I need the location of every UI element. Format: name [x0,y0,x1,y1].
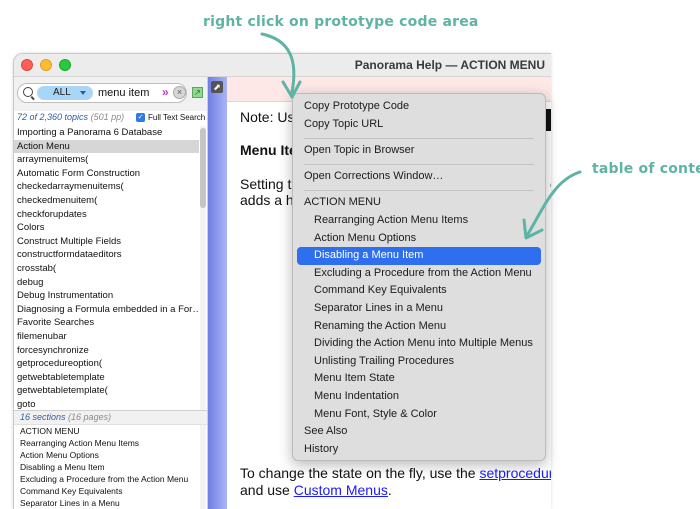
topic-list-scrollbar[interactable] [200,126,206,410]
menu-separator [304,138,534,139]
topic-count-text: 72 of 2,360 topics [17,112,89,122]
search-query: menu item [98,87,150,99]
menu-open-topic-in-browser[interactable]: Open Topic in Browser [297,142,541,160]
note-text: Note: Usi [240,109,298,125]
topic-list-item[interactable]: getwebtabletemplate [14,371,199,385]
topic-list-item[interactable]: debug [14,276,199,290]
bottom-line-1: To change the state on the fly, use the … [240,465,551,481]
menu-toc-item[interactable]: Excluding a Procedure from the Action Me… [297,265,541,283]
menu-toc-item[interactable]: Disabling a Menu Item [297,247,541,265]
bottom-line-2: and use Custom Menus. [240,482,392,498]
section-list-item[interactable]: Excluding a Procedure from the Action Me… [14,473,199,485]
topic-list-item[interactable]: getprocedureoption( [14,357,199,371]
topic-list-item[interactable]: crosstab( [14,262,199,276]
menu-toc-item[interactable]: Command Key Equivalents [297,282,541,300]
topic-list-item[interactable]: Importing a Panorama 6 Database [14,126,199,140]
search-icon [23,87,33,97]
topic-list-item[interactable]: Action Menu [14,139,199,154]
section-list-item[interactable]: Action Menu Options [14,449,199,461]
topic-list-item[interactable]: Debug Instrumentation [14,289,199,303]
topic-list-item[interactable]: Colors [14,221,199,235]
section-list-item[interactable]: Disabling a Menu Item [14,461,199,473]
para-line-1-tail: de [550,176,551,192]
menu-toc-item[interactable]: Dividing the Action Menu into Multiple M… [297,335,541,353]
para-line-1: Setting th [240,176,300,192]
annotation-right-click: right click on prototype code area [203,14,479,30]
menu-history[interactable]: History [297,441,541,459]
menu-toc-item[interactable]: Menu Indentation [297,388,541,406]
menu-toc-header[interactable]: ACTION MENU [297,194,541,212]
open-external-icon[interactable]: ↗ [192,87,203,98]
menu-open-corrections-window[interactable]: Open Corrections Window… [297,168,541,186]
topic-list-item[interactable]: arraymenuitems( [14,153,199,167]
section-count: 16 sections (16 pages) [20,412,111,422]
topic-list-item[interactable]: filemenubar [14,330,199,344]
section-list-scrollbar[interactable] [200,425,206,509]
topic-count: 72 of 2,360 topics (501 pp) [17,112,124,122]
topic-list-item[interactable]: forcesynchronize [14,344,199,358]
bottom-text-1: To change the state on the fly, use the [240,465,480,481]
menu-separator [304,190,534,191]
bottom-text-2-end: . [387,482,392,498]
more-options-icon[interactable]: » [162,85,169,99]
zoom-button[interactable] [59,59,71,71]
section-pages: (16 pages) [68,412,112,422]
topic-list-item[interactable]: checkforupdates [14,208,199,222]
chevron-down-icon [80,91,86,95]
custom-menus-link[interactable]: Custom Menus [294,482,388,498]
section-count-text: 16 sections [20,412,66,422]
topic-list-item[interactable]: checkedarraymenuitems( [14,180,199,194]
topic-list-item[interactable]: Diagnosing a Formula embedded in a For… [14,303,199,317]
topic-list: Importing a Panorama 6 Database Action Me… [14,126,199,410]
menu-toc-item[interactable]: Rearranging Action Menu Items [297,212,541,230]
full-text-search-checkbox[interactable]: ✓ [136,113,145,122]
prototype-tool-icon[interactable]: ⬈ [211,81,223,93]
close-button[interactable] [21,59,33,71]
minimize-button[interactable] [40,59,52,71]
scrollbar-thumb[interactable] [200,128,206,208]
setprocedureoption-link[interactable]: setprocedureopt [479,465,551,481]
prototype-gutter: ⬈ [208,77,227,509]
topic-list-item[interactable]: Construct Multiple Fields [14,235,199,249]
section-list-item[interactable]: Rearranging Action Menu Items [14,437,199,449]
clear-search-icon[interactable]: × [173,86,186,99]
search-bar: ALL menu item » × ↗ [14,77,207,112]
search-scope-dropdown[interactable]: ALL [37,86,93,100]
topic-pages: (501 pp) [90,112,125,122]
topic-count-row: 72 of 2,360 topics (501 pp) ✓ Full Text … [14,111,207,125]
menu-toc-item[interactable]: Menu Font, Style & Color [297,406,541,424]
section-heading: Menu Ite [240,142,297,158]
menu-copy-topic-url[interactable]: Copy Topic URL [297,116,541,134]
menu-toc-item[interactable]: Menu Item State [297,370,541,388]
topic-list-item[interactable]: Automatic Form Construction [14,167,199,181]
window-title: Panorama Help — ACTION MENU [354,58,545,72]
bottom-text-2: and use [240,482,294,498]
section-list: ACTION MENU Rearranging Action Menu Items… [14,425,199,509]
menu-toc-item[interactable]: Action Menu Options [297,230,541,248]
topic-list-item[interactable]: getwebtabletemplate( [14,384,199,398]
topic-list-item[interactable]: Favorite Searches [14,316,199,330]
annotation-table-of-contents: table of contents [592,161,700,177]
menu-toc-item[interactable]: Renaming the Action Menu [297,318,541,336]
section-list-item[interactable]: ACTION MENU [14,425,199,437]
section-list-item[interactable]: Separator Lines in a Menu [14,497,199,509]
full-text-search-label: Full Text Search [148,113,206,122]
section-list-item[interactable]: Command Key Equivalents [14,485,199,497]
title-bar: Panorama Help — ACTION MENU [14,54,551,77]
topic-list-item[interactable]: goto [14,398,199,410]
menu-see-also[interactable]: See Also [297,423,541,441]
context-menu: Copy Prototype Code Copy Topic URL Open … [292,93,546,461]
sections-header: 16 sections (16 pages) [14,410,207,425]
menu-toc-item[interactable]: Separator Lines in a Menu [297,300,541,318]
scope-label: ALL [53,87,71,98]
topic-sidebar: ALL menu item » × ↗ 72 of 2,360 topics (… [14,77,208,509]
topic-list-item[interactable]: constructformdataeditors [14,248,199,262]
search-input[interactable]: ALL menu item » × [17,83,187,103]
menu-copy-prototype-code[interactable]: Copy Prototype Code [297,98,541,116]
topic-list-item[interactable]: checkedmenuitem( [14,194,199,208]
menu-toc-item[interactable]: Unlisting Trailing Procedures [297,353,541,371]
menu-separator [304,164,534,165]
